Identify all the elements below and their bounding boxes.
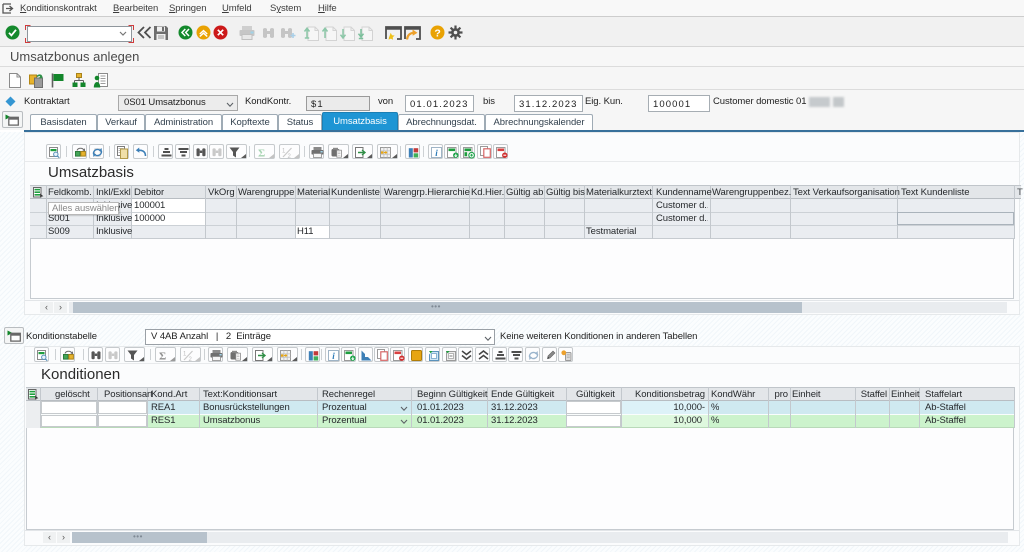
svg-text:Σ: Σ xyxy=(159,351,166,363)
svg-text:Σ: Σ xyxy=(258,148,265,160)
svg-text:?: ? xyxy=(434,27,440,39)
